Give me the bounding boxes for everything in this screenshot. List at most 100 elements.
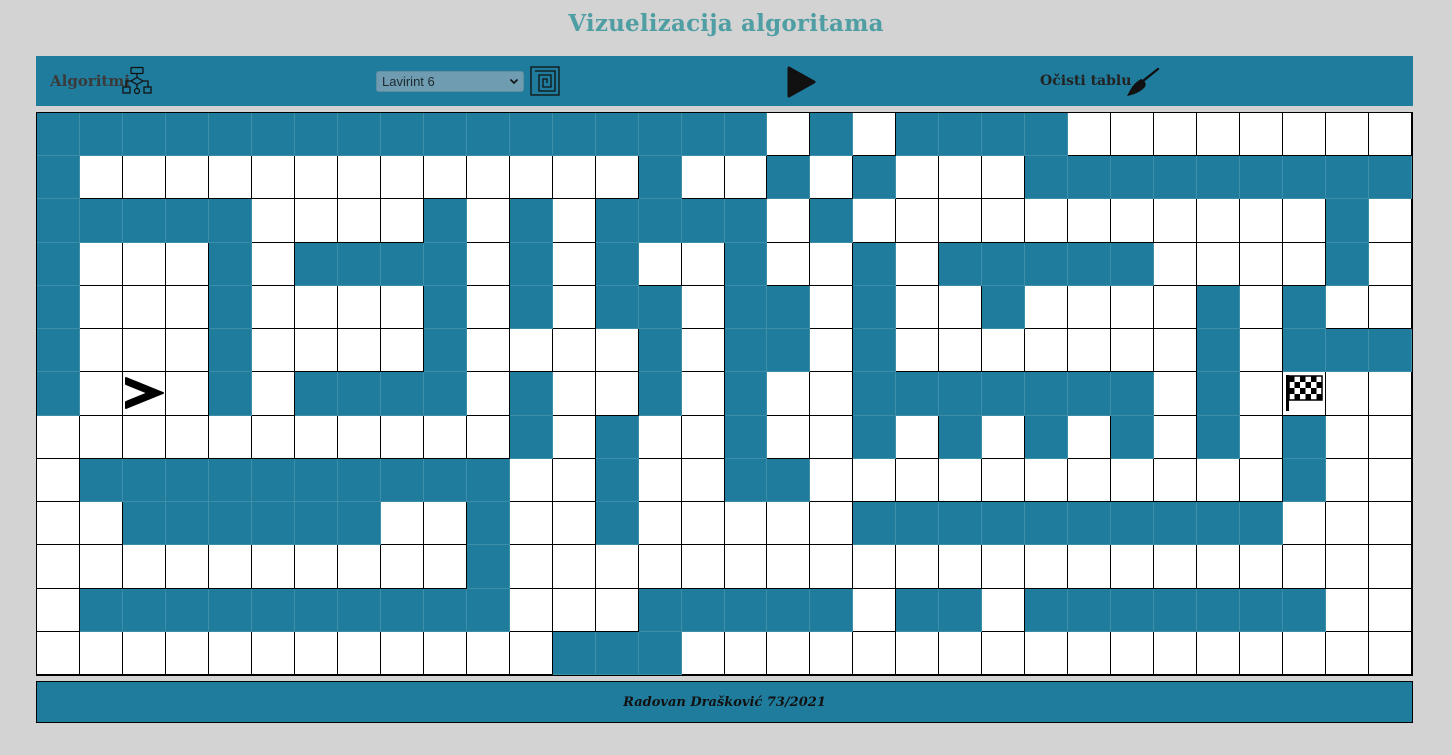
grid-cell-wall[interactable] bbox=[79, 588, 123, 632]
grid-cell[interactable] bbox=[1369, 502, 1412, 546]
grid-cell[interactable] bbox=[1197, 242, 1241, 286]
grid-cell[interactable] bbox=[165, 156, 209, 200]
grid-cell-wall[interactable] bbox=[810, 113, 854, 157]
grid-cell-wall[interactable] bbox=[1283, 588, 1327, 632]
grid-cell[interactable] bbox=[380, 545, 424, 589]
grid-cell-wall[interactable] bbox=[896, 372, 940, 416]
grid-cell[interactable] bbox=[380, 631, 424, 675]
grid-cell[interactable] bbox=[982, 588, 1026, 632]
grid-cell[interactable] bbox=[251, 199, 295, 243]
grid-cell[interactable] bbox=[466, 631, 510, 675]
grid-cell-wall[interactable] bbox=[1025, 502, 1069, 546]
grid-cell[interactable] bbox=[1154, 631, 1198, 675]
grid-cell-wall[interactable] bbox=[724, 242, 768, 286]
grid-cell[interactable] bbox=[79, 502, 123, 546]
grid-cell-wall[interactable] bbox=[810, 588, 854, 632]
grid-cell[interactable] bbox=[122, 329, 166, 373]
grid-cell[interactable] bbox=[982, 199, 1026, 243]
grid-cell-wall[interactable] bbox=[1154, 502, 1198, 546]
grid-cell-wall[interactable] bbox=[208, 588, 252, 632]
grid-cell-wall[interactable] bbox=[165, 199, 209, 243]
grid-cell-wall[interactable] bbox=[423, 242, 467, 286]
grid-cell-wall[interactable] bbox=[294, 242, 338, 286]
grid-cell[interactable] bbox=[810, 502, 854, 546]
grid-cell[interactable] bbox=[165, 415, 209, 459]
grid-cell[interactable] bbox=[122, 631, 166, 675]
grid-cell[interactable] bbox=[638, 242, 682, 286]
grid-cell-wall[interactable] bbox=[208, 329, 252, 373]
grid-cell-wall[interactable] bbox=[208, 502, 252, 546]
grid-cell-wall[interactable] bbox=[1326, 242, 1370, 286]
grid-cell[interactable] bbox=[251, 415, 295, 459]
grid-cell-wall[interactable] bbox=[165, 113, 209, 157]
grid-cell[interactable] bbox=[595, 156, 639, 200]
grid-cell[interactable] bbox=[552, 199, 596, 243]
grid-cell[interactable] bbox=[939, 285, 983, 330]
grid-cell[interactable] bbox=[1154, 372, 1198, 416]
grid-cell[interactable] bbox=[251, 285, 295, 330]
grid-cell-wall[interactable] bbox=[423, 458, 467, 503]
grid-cell-wall[interactable] bbox=[724, 113, 768, 157]
grid-cell[interactable] bbox=[294, 545, 338, 589]
grid-cell[interactable] bbox=[681, 329, 725, 373]
grid-cell[interactable] bbox=[939, 631, 983, 675]
grid-cell-wall[interactable] bbox=[1283, 458, 1327, 503]
grid-cell[interactable] bbox=[294, 329, 338, 373]
grid-cell[interactable] bbox=[1025, 545, 1069, 589]
grid-cell[interactable] bbox=[810, 285, 854, 330]
grid-cell[interactable] bbox=[1111, 199, 1155, 243]
grid-cell-wall[interactable] bbox=[37, 113, 80, 157]
grid-cell[interactable] bbox=[466, 415, 510, 459]
grid-cell-wall[interactable] bbox=[122, 588, 166, 632]
grid-cell[interactable] bbox=[681, 631, 725, 675]
grid-cell-wall[interactable] bbox=[1025, 113, 1069, 157]
grid-cell-wall[interactable] bbox=[939, 502, 983, 546]
grid-cell-wall[interactable] bbox=[853, 156, 897, 200]
grid-cell[interactable] bbox=[79, 415, 123, 459]
grid-cell[interactable] bbox=[423, 545, 467, 589]
grid-cell[interactable] bbox=[939, 329, 983, 373]
grid-cell[interactable] bbox=[208, 156, 252, 200]
grid-cell-wall[interactable] bbox=[724, 329, 768, 373]
grid-cell-wall[interactable] bbox=[423, 372, 467, 416]
grid-cell-wall[interactable] bbox=[767, 588, 811, 632]
grid-cell[interactable] bbox=[982, 329, 1026, 373]
grid-cell[interactable] bbox=[423, 415, 467, 459]
grid-cell-wall[interactable] bbox=[165, 458, 209, 503]
grid-cell-wall[interactable] bbox=[509, 415, 553, 459]
grid-cell[interactable] bbox=[79, 285, 123, 330]
grid-cell[interactable] bbox=[767, 199, 811, 243]
grid-cell[interactable] bbox=[1154, 329, 1198, 373]
grid-cell[interactable] bbox=[79, 631, 123, 675]
grid-cell[interactable] bbox=[1068, 329, 1112, 373]
grid-cell[interactable] bbox=[122, 545, 166, 589]
grid-cell-wall[interactable] bbox=[294, 372, 338, 416]
grid-cell[interactable] bbox=[466, 156, 510, 200]
grid-cell-wall[interactable] bbox=[337, 458, 381, 503]
play-button[interactable] bbox=[785, 65, 817, 99]
grid-cell-wall[interactable] bbox=[380, 588, 424, 632]
grid-cell[interactable] bbox=[1283, 113, 1327, 157]
grid-cell-wall[interactable] bbox=[595, 502, 639, 546]
grid-cell-wall[interactable] bbox=[681, 113, 725, 157]
grid-cell[interactable] bbox=[638, 545, 682, 589]
grid-cell[interactable] bbox=[1240, 631, 1284, 675]
grid-cell-wall[interactable] bbox=[1240, 588, 1284, 632]
grid-cell[interactable] bbox=[1240, 242, 1284, 286]
grid-cell-wall[interactable] bbox=[896, 113, 940, 157]
grid-cell-wall[interactable] bbox=[294, 502, 338, 546]
grid-cell[interactable] bbox=[1369, 631, 1412, 675]
grid-cell[interactable] bbox=[337, 199, 381, 243]
grid-cell-wall[interactable] bbox=[1068, 588, 1112, 632]
grid-cell-wall[interactable] bbox=[251, 458, 295, 503]
grid-cell[interactable] bbox=[681, 415, 725, 459]
grid-cell[interactable] bbox=[509, 502, 553, 546]
grid-cell[interactable] bbox=[982, 458, 1026, 503]
grid-cell[interactable] bbox=[1283, 199, 1327, 243]
grid-cell[interactable] bbox=[681, 285, 725, 330]
grid-cell[interactable] bbox=[423, 502, 467, 546]
grid-cell-wall[interactable] bbox=[853, 242, 897, 286]
grid-cell-wall[interactable] bbox=[896, 502, 940, 546]
grid-cell-wall[interactable] bbox=[1197, 329, 1241, 373]
grid-cell-wall[interactable] bbox=[638, 113, 682, 157]
